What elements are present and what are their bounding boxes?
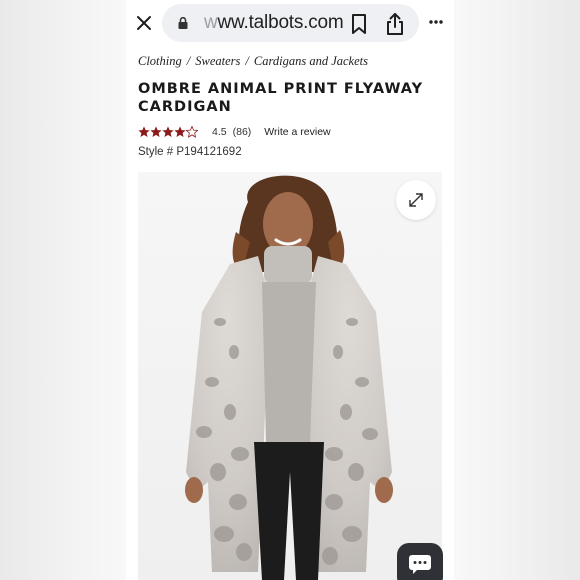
expand-icon xyxy=(409,193,423,207)
model-photo xyxy=(138,172,442,580)
rating-stars[interactable] xyxy=(138,126,198,138)
style-number: Style # P194121692 xyxy=(138,146,242,158)
breadcrumb-item-sweaters[interactable]: Sweaters xyxy=(195,54,240,68)
url-domain: ww.talbots.com xyxy=(217,12,344,33)
star-icons xyxy=(138,126,198,138)
expand-image-button[interactable] xyxy=(396,180,436,220)
url-text: www.talbots.com xyxy=(204,12,354,34)
more-vert-icon[interactable] xyxy=(428,14,444,30)
lock-icon xyxy=(178,17,188,29)
breadcrumb-item-cardigans[interactable]: Cardigans and Jackets xyxy=(254,54,368,68)
url-faded-prefix: w xyxy=(204,12,218,33)
close-icon[interactable] xyxy=(134,11,154,35)
background-left xyxy=(0,0,126,580)
breadcrumb-separator: / xyxy=(186,54,191,68)
rating-count[interactable]: (86) xyxy=(233,126,252,138)
product-title: OMBRE ANIMAL PRINT FLYAWAY CARDIGAN xyxy=(138,81,424,115)
phone-screen: www.talbots.com Clothing / Sweaters / Cardig… xyxy=(126,0,454,580)
rating-value: 4.5 xyxy=(212,126,227,138)
chat-button[interactable] xyxy=(397,543,443,580)
address-bar[interactable]: www.talbots.com xyxy=(162,4,419,42)
breadcrumb-separator: / xyxy=(245,54,249,68)
browser-toolbar: www.talbots.com xyxy=(126,0,454,46)
product-image[interactable] xyxy=(138,172,442,580)
rating-row: 4.5 (86) Write a review xyxy=(138,124,331,140)
breadcrumb: Clothing / Sweaters / Cardigans and Jackets xyxy=(138,54,368,69)
breadcrumb-item-clothing[interactable]: Clothing xyxy=(138,54,182,68)
background-right xyxy=(454,0,580,580)
bookmark-icon[interactable] xyxy=(348,13,370,35)
chat-icon xyxy=(409,555,431,574)
write-review-link[interactable]: Write a review xyxy=(264,126,330,138)
share-icon[interactable] xyxy=(384,12,406,36)
